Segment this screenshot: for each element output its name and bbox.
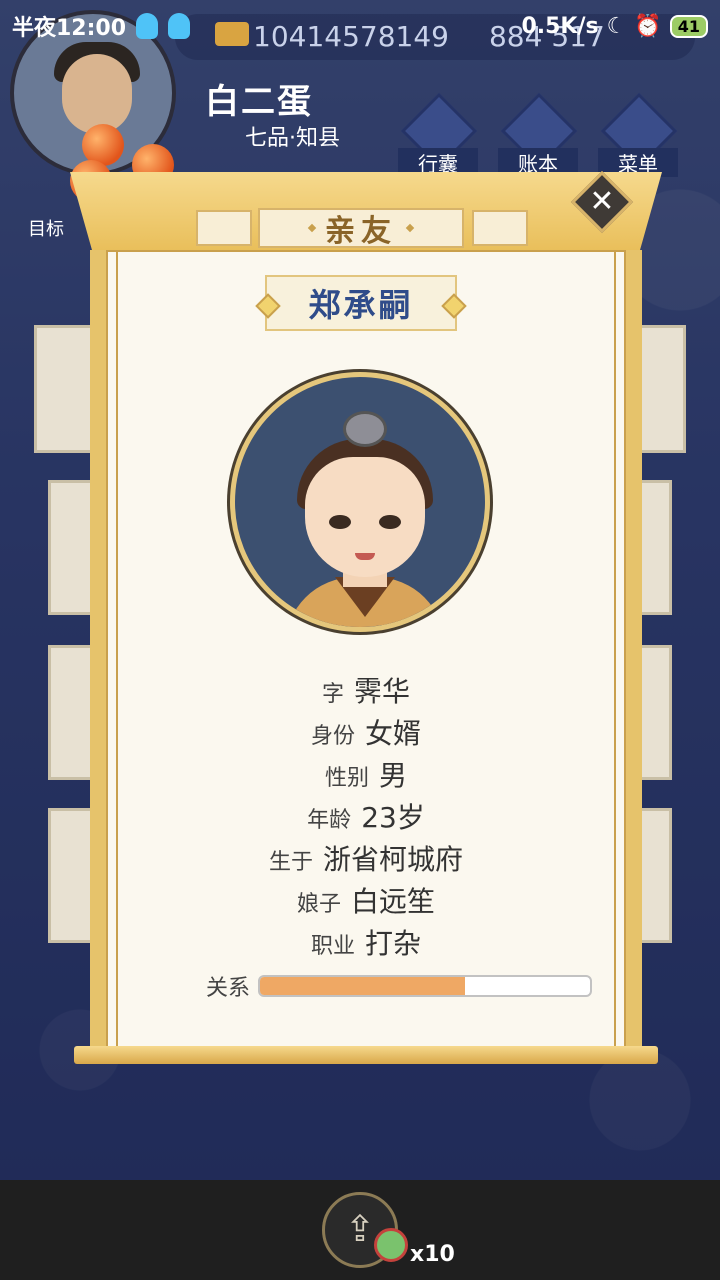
detail-occupation: 职业 打杂 bbox=[310, 927, 422, 960]
relation-meter: 关系 bbox=[206, 970, 593, 1002]
player-name: 白二蛋 bbox=[205, 82, 313, 122]
detail-courtesy-name: 字 霁华 bbox=[321, 675, 411, 708]
character-name: 郑承嗣 bbox=[265, 275, 457, 331]
qq-icon bbox=[136, 13, 159, 39]
relation-label: 关系 bbox=[206, 976, 251, 1001]
detail-identity: 身份 女婿 bbox=[310, 717, 422, 750]
relation-bar-fill bbox=[260, 977, 465, 995]
target-label[interactable]: 目标 bbox=[28, 215, 64, 241]
friend-detail-dialog: 亲友 ✕ 郑承嗣 字 霁华 身份 女婿 性别 男 年龄 23岁 生于 浙省柯城府… bbox=[70, 160, 662, 1070]
share-icon: ⇪ bbox=[344, 1209, 376, 1250]
detail-age: 年龄 23岁 bbox=[307, 801, 425, 834]
detail-gender: 性别 男 bbox=[324, 759, 408, 792]
relation-bar bbox=[258, 975, 593, 997]
character-portrait bbox=[230, 372, 490, 632]
status-time: 半夜12:00 bbox=[12, 16, 127, 41]
player-rank: 七品·知县 bbox=[245, 126, 340, 151]
qq-icon bbox=[168, 13, 191, 39]
status-bar: 半夜12:00 0.5K/s ☾ ⏰ 41 bbox=[0, 0, 720, 52]
net-speed: 0.5K/s bbox=[521, 13, 599, 39]
alarm-icon: ⏰ bbox=[634, 13, 662, 39]
header-ornament bbox=[196, 210, 252, 246]
detail-birthplace: 生于 浙省柯城府 bbox=[268, 843, 464, 876]
dialog-title: 亲友 bbox=[258, 208, 464, 249]
header-ornament bbox=[472, 210, 528, 246]
battery-icon: 41 bbox=[669, 14, 708, 38]
jade-coin-icon bbox=[374, 1228, 408, 1262]
close-icon: ✕ bbox=[589, 184, 615, 219]
detail-spouse: 娘子 白远笙 bbox=[296, 885, 436, 918]
item-count: x10 bbox=[410, 1242, 455, 1267]
character-details: 字 霁华 身份 女婿 性别 男 年龄 23岁 生于 浙省柯城府 娘子 白远笙 职… bbox=[70, 670, 662, 964]
moon-icon: ☾ bbox=[606, 13, 627, 39]
dialog-bottom-bar bbox=[74, 1046, 658, 1064]
bottom-bar: ⇪ x10 bbox=[0, 1180, 720, 1280]
